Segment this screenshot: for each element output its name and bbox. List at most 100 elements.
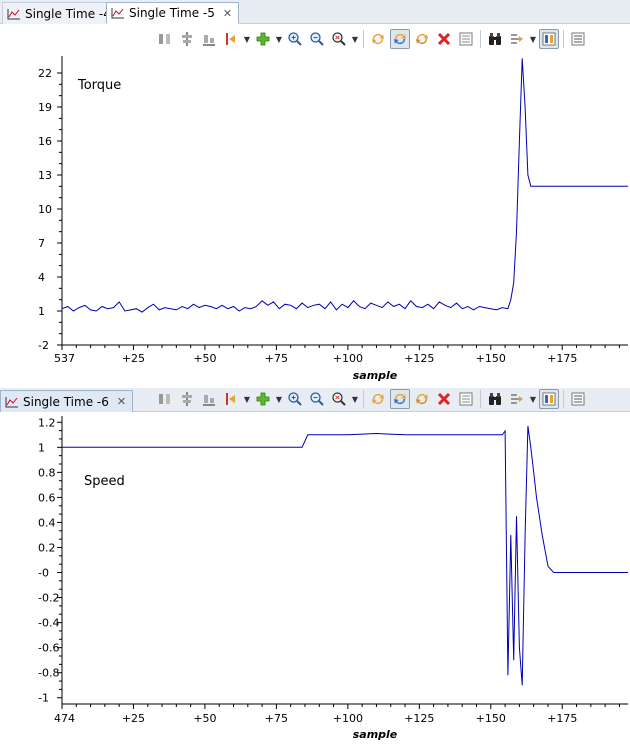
add-icon[interactable] [253, 389, 273, 409]
export-icon[interactable] [507, 29, 527, 49]
dropdown-arrow-icon[interactable]: ▼ [243, 389, 251, 409]
lock-icon[interactable] [539, 389, 559, 409]
x-axis-title: sample [353, 728, 398, 741]
y-tick-label: -0.4 [38, 617, 59, 630]
zoom-in-icon[interactable] [285, 29, 305, 49]
zoom-fit-icon[interactable] [329, 29, 349, 49]
sync-icon[interactable] [368, 389, 388, 409]
dropdown-arrow-icon[interactable]: ▼ [351, 389, 359, 409]
series-line [62, 425, 628, 686]
lock-icon[interactable] [539, 29, 559, 49]
y-tick-label: 1 [38, 441, 45, 454]
y-tick-label: -2 [38, 339, 49, 352]
toolbar-separator [563, 390, 564, 408]
y-tick-label: 1 [38, 305, 45, 318]
chart-toolbar-top: ▼ ▼ ▼ ▼ [155, 28, 588, 50]
delete-icon[interactable] [434, 29, 454, 49]
y-tick-label: 19 [38, 101, 52, 114]
close-icon[interactable]: ✕ [223, 7, 232, 20]
marker-icon[interactable] [221, 389, 241, 409]
speed-chart: 1.2 1 0.8 0.6 0.4 0.2 -0 -0.2 -0.4 -0.6 -0.8 -1 474 +… [38, 416, 628, 741]
x-tick-label: +150 [476, 352, 506, 365]
y-tick-label: -1 [38, 692, 49, 705]
tab-single-time-5[interactable]: Single Time -5 ✕ [106, 2, 240, 24]
binoculars-icon[interactable] [485, 29, 505, 49]
x-tick-label: +150 [476, 712, 506, 725]
zoom-out-icon[interactable] [307, 389, 327, 409]
y-tick-label: 13 [38, 169, 52, 182]
align-bottom-icon[interactable] [199, 29, 219, 49]
marker-icon[interactable] [221, 29, 241, 49]
chart-tab-icon [7, 8, 20, 19]
x-tick-label: +100 [333, 352, 363, 365]
y-tick-label: 7 [38, 237, 45, 250]
properties-icon[interactable] [456, 389, 476, 409]
y-tick-label: 16 [38, 135, 52, 148]
columns-icon[interactable] [155, 29, 175, 49]
tab-single-time-6[interactable]: Single Time -6 ✕ [0, 390, 134, 412]
x-tick-label: +25 [122, 352, 145, 365]
list-icon[interactable] [568, 29, 588, 49]
torque-chart: 22 19 16 13 10 7 4 1 -2 537 +25 +50 +75 +100 +125 +150 +… [38, 56, 628, 382]
chart-toolbar-bottom: ▼ ▼ ▼ ▼ [155, 388, 588, 410]
y-tick-label: 22 [38, 67, 52, 80]
dropdown-arrow-icon[interactable]: ▼ [275, 29, 283, 49]
list-icon[interactable] [568, 389, 588, 409]
chart-title: Speed [84, 474, 125, 489]
sync-all-icon[interactable] [390, 29, 410, 49]
chart-tab-icon [111, 8, 124, 19]
zoom-fit-icon[interactable] [329, 389, 349, 409]
y-tick-label: 1.2 [38, 416, 56, 429]
chart-tab-icon [5, 396, 18, 407]
sync-axis-icon[interactable] [412, 29, 432, 49]
x-tick-label: +75 [265, 352, 288, 365]
y-tick-label: 0.8 [38, 466, 56, 479]
delete-icon[interactable] [434, 389, 454, 409]
y-tick-label: -0.6 [38, 642, 59, 655]
x-tick-label: +75 [265, 712, 288, 725]
y-tick-label: 0.6 [38, 491, 56, 504]
properties-icon[interactable] [456, 29, 476, 49]
x-tick-label: +125 [404, 712, 434, 725]
tab-label: Single Time -6 [23, 394, 109, 409]
x-tick-label: +100 [333, 712, 363, 725]
columns-icon[interactable] [155, 389, 175, 409]
sync-icon[interactable] [368, 29, 388, 49]
zoom-in-icon[interactable] [285, 389, 305, 409]
x-tick-label: +175 [547, 352, 577, 365]
x-tick-label: 537 [54, 352, 75, 365]
align-center-icon[interactable] [177, 29, 197, 49]
toolbar-separator [563, 30, 564, 48]
tab-label: Single Time -5 [129, 6, 215, 20]
binoculars-icon[interactable] [485, 389, 505, 409]
zoom-out-icon[interactable] [307, 29, 327, 49]
toolbar-separator [363, 390, 364, 408]
x-tick-label: +175 [547, 712, 577, 725]
x-tick-label: +50 [193, 712, 216, 725]
align-bottom-icon[interactable] [199, 389, 219, 409]
dropdown-arrow-icon[interactable]: ▼ [529, 389, 537, 409]
dropdown-arrow-icon[interactable]: ▼ [275, 389, 283, 409]
align-center-icon[interactable] [177, 389, 197, 409]
dropdown-arrow-icon[interactable]: ▼ [243, 29, 251, 49]
add-icon[interactable] [253, 29, 273, 49]
toolbar-separator [363, 30, 364, 48]
export-icon[interactable] [507, 389, 527, 409]
x-tick-label: +125 [404, 352, 434, 365]
y-tick-label: 10 [38, 203, 52, 216]
x-axis-title: sample [353, 369, 398, 382]
y-tick-label: 0.4 [38, 516, 56, 529]
close-icon[interactable]: ✕ [117, 395, 126, 408]
x-tick-label: 474 [54, 712, 75, 725]
dropdown-arrow-icon[interactable]: ▼ [529, 29, 537, 49]
y-tick-label: -0 [38, 567, 49, 580]
chart-title: Torque [77, 78, 121, 93]
sync-axis-icon[interactable] [412, 389, 432, 409]
x-tick-label: +25 [122, 712, 145, 725]
tab-label: Single Time -4 [25, 6, 111, 21]
x-tick-label: +50 [193, 352, 216, 365]
tab-single-time-4[interactable]: Single Time -4 [2, 2, 118, 24]
dropdown-arrow-icon[interactable]: ▼ [351, 29, 359, 49]
y-tick-label: -0.8 [38, 667, 59, 680]
sync-all-icon[interactable] [390, 389, 410, 409]
